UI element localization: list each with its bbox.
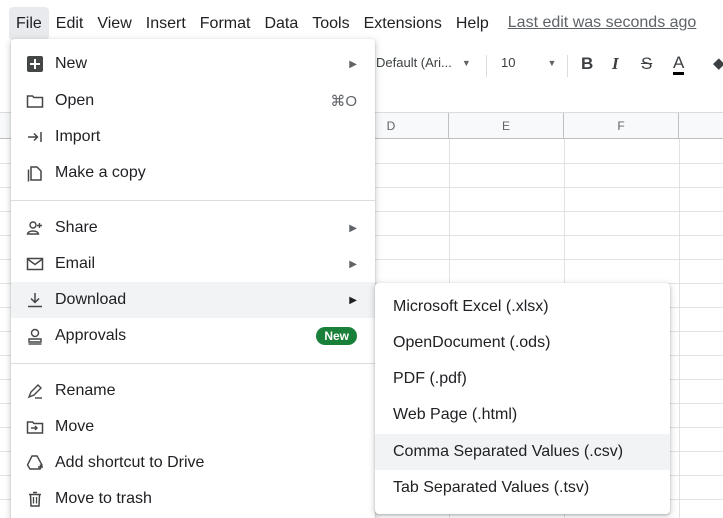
menu-extensions[interactable]: Extensions: [357, 7, 449, 40]
new-badge: New: [316, 327, 357, 345]
italic-button[interactable]: I: [612, 54, 619, 74]
menu-insert[interactable]: Insert: [139, 7, 193, 40]
font-size-value: 10: [501, 55, 516, 70]
font-size-select[interactable]: 10 ▼: [501, 55, 556, 70]
submenu-arrow-icon: ▶: [349, 258, 357, 270]
column-header-e[interactable]: E: [449, 113, 564, 139]
menu-item-label: Add shortcut to Drive: [55, 454, 205, 471]
import-icon: [25, 127, 45, 147]
download-submenu: Microsoft Excel (.xlsx) OpenDocument (.o…: [375, 283, 670, 514]
file-menu-new[interactable]: New ▶: [11, 46, 375, 82]
copy-icon: [25, 163, 45, 183]
menu-item-label: Share: [55, 219, 98, 236]
share-person-icon: [25, 218, 45, 238]
bold-button[interactable]: B: [581, 54, 593, 74]
font-family-select[interactable]: Default (Ari... ▼: [376, 55, 471, 70]
last-edit-link[interactable]: Last edit was seconds ago: [508, 14, 697, 32]
column-header-f[interactable]: F: [564, 113, 679, 139]
menu-item-label: Approvals: [55, 327, 127, 344]
chevron-down-icon: ▼: [547, 57, 557, 68]
file-menu-approvals[interactable]: Approvals New: [11, 318, 375, 354]
download-xlsx[interactable]: Microsoft Excel (.xlsx): [375, 289, 670, 325]
file-menu-make-copy[interactable]: Make a copy: [11, 155, 375, 191]
file-menu-open[interactable]: Open ⌘O: [11, 83, 375, 119]
keyboard-shortcut: ⌘O: [330, 93, 357, 110]
menu-file[interactable]: File: [9, 6, 49, 40]
folder-icon: [25, 91, 45, 111]
file-menu-rename[interactable]: Rename: [11, 373, 375, 409]
download-csv[interactable]: Comma Separated Values (.csv): [375, 434, 670, 470]
menu-item-label: Rename: [55, 382, 116, 399]
submenu-arrow-icon: ▶: [349, 58, 357, 70]
file-menu-share[interactable]: Share ▶: [11, 210, 375, 246]
grid-line: [679, 139, 680, 518]
download-ods[interactable]: OpenDocument (.ods): [375, 325, 670, 361]
file-menu-add-shortcut[interactable]: Add shortcut to Drive: [11, 445, 375, 481]
menu-item-label: Download: [55, 291, 127, 308]
menu-item-label: Move to trash: [55, 490, 152, 507]
download-pdf[interactable]: PDF (.pdf): [375, 361, 670, 397]
toolbar-divider: [567, 55, 568, 77]
email-icon: [25, 254, 45, 274]
file-menu: New ▶ Open ⌘O Import Make a copy Share ▶…: [11, 39, 375, 518]
file-menu-move[interactable]: Move: [11, 409, 375, 445]
menu-divider: [11, 363, 375, 364]
trash-icon: [25, 489, 45, 509]
menu-item-label: Email: [55, 255, 96, 272]
toolbar-divider: [486, 55, 487, 77]
paint-format-icon[interactable]: ◆: [713, 54, 723, 72]
submenu-arrow-icon: ▶: [349, 222, 357, 234]
file-menu-move-to-trash[interactable]: Move to trash: [11, 481, 375, 517]
rename-icon: [25, 381, 45, 401]
menu-item-label: Import: [55, 128, 101, 145]
drive-shortcut-icon: [25, 453, 45, 473]
menu-item-label: New: [55, 55, 88, 72]
menu-view[interactable]: View: [90, 7, 138, 40]
text-color-button[interactable]: A: [673, 54, 685, 75]
menu-edit[interactable]: Edit: [49, 7, 91, 40]
menu-help[interactable]: Help: [449, 7, 496, 40]
strikethrough-button[interactable]: S: [641, 54, 652, 74]
menu-item-label: Move: [55, 418, 95, 435]
menu-format[interactable]: Format: [193, 7, 258, 40]
submenu-arrow-icon: ▶: [349, 294, 357, 306]
menu-item-label: Make a copy: [55, 164, 146, 181]
download-tsv[interactable]: Tab Separated Values (.tsv): [375, 470, 670, 506]
menu-divider: [11, 200, 375, 201]
file-menu-download[interactable]: Download ▶: [11, 282, 375, 318]
download-html[interactable]: Web Page (.html): [375, 397, 670, 433]
menu-tools[interactable]: Tools: [305, 7, 356, 40]
menu-item-label: Open: [55, 92, 95, 109]
file-menu-email[interactable]: Email ▶: [11, 246, 375, 282]
move-folder-icon: [25, 417, 45, 437]
file-menu-import[interactable]: Import: [11, 119, 375, 155]
approvals-icon: [25, 326, 45, 346]
download-icon: [25, 290, 45, 310]
font-family-value: Default (Ari...: [376, 55, 452, 70]
new-spreadsheet-icon: [25, 54, 45, 74]
chevron-down-icon: ▼: [461, 57, 471, 68]
menu-data[interactable]: Data: [257, 7, 305, 40]
